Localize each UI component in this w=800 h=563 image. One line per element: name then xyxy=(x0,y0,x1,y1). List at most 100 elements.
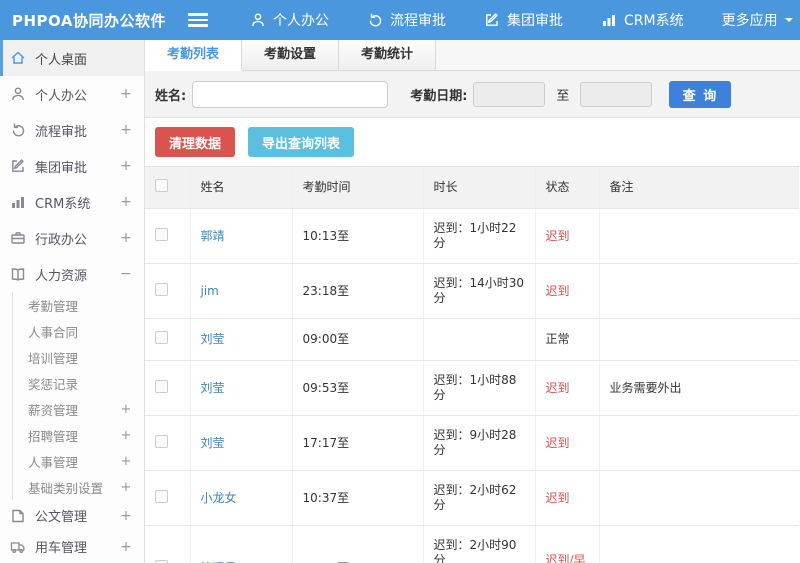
nav-label: CRM系统 xyxy=(624,13,684,29)
attendance-time-cell: 09:53至 xyxy=(292,360,424,416)
doc-icon xyxy=(10,508,26,524)
sidebar-subitem[interactable]: 奖惩记录 xyxy=(13,370,144,396)
note-cell xyxy=(599,208,799,264)
export-list-button[interactable]: 导出查询列表 xyxy=(248,127,355,157)
duration-line1: 迟到：2小时90分 xyxy=(433,538,517,563)
briefcase-icon xyxy=(10,230,26,246)
sidebar-subitem-label: 奖惩记录 xyxy=(28,376,79,392)
sidebar-item-label: 集团审批 xyxy=(35,160,88,176)
employee-name-link[interactable]: 小龙女 xyxy=(201,491,237,505)
sidebar-item-label: 公文管理 xyxy=(35,510,88,525)
nav-more-apps[interactable]: 更多应用 xyxy=(722,10,793,30)
sidebar-item-vehicle-mgmt[interactable]: 用车管理 + xyxy=(0,531,144,562)
user-icon xyxy=(250,12,266,28)
flow-icon xyxy=(10,122,26,138)
expand-icon[interactable]: + xyxy=(120,402,132,417)
duration-line1: 迟到：1小时88分 xyxy=(433,373,517,402)
sidebar-subitem[interactable]: 基础类别设置 + xyxy=(13,474,144,500)
chart-icon xyxy=(10,194,26,210)
date-from-input[interactable] xyxy=(473,81,546,107)
sidebar-subitem[interactable]: 薪资管理 + xyxy=(13,396,144,422)
row-checkbox[interactable] xyxy=(155,282,168,296)
duration-cell: 迟到：9小时28分 xyxy=(423,415,536,471)
row-checkbox[interactable] xyxy=(155,331,168,344)
attendance-time-cell: 09:00至 xyxy=(292,318,424,361)
expand-icon[interactable]: + xyxy=(120,122,132,138)
sidebar-subitem[interactable]: 人事管理 + xyxy=(13,448,144,474)
expand-icon[interactable]: + xyxy=(120,86,132,102)
name-filter-input[interactable] xyxy=(192,80,389,108)
main-content: 考勤列表 考勤设置 考勤统计 姓名: 考勤日期: 至 查 询 清理数据 导出查询… xyxy=(145,40,800,563)
sidebar-item-label: 个人桌面 xyxy=(35,52,88,68)
home-icon xyxy=(10,50,26,66)
sidebar-item-crm[interactable]: CRM系统 + xyxy=(0,184,144,220)
note-cell xyxy=(599,415,799,471)
employee-name-link[interactable]: 刘莹 xyxy=(201,381,225,395)
note-cell: 1111 xyxy=(599,525,799,563)
sidebar-subitem-label: 考勤管理 xyxy=(28,298,79,314)
row-checkbox[interactable] xyxy=(155,379,168,393)
clean-data-button[interactable]: 清理数据 xyxy=(155,127,236,157)
expand-icon[interactable]: + xyxy=(120,454,132,469)
row-checkbox[interactable] xyxy=(155,227,168,241)
select-all-checkbox[interactable] xyxy=(155,179,168,192)
employee-name-link[interactable]: 刘莹 xyxy=(201,436,225,450)
table-row: 刘莹 09:53至 迟到：1小时88分 迟到 业务需要外出 xyxy=(145,360,799,416)
expand-icon[interactable]: − xyxy=(120,266,132,282)
employee-name-link[interactable]: jim xyxy=(201,284,219,298)
sidebar-item-document-mgmt[interactable]: 公文管理 + xyxy=(0,500,144,531)
status-text: 迟到 xyxy=(545,228,570,243)
date-filter-label: 考勤日期: xyxy=(410,88,468,104)
nav-group-approval[interactable]: 集团审批 xyxy=(484,10,563,30)
expand-icon[interactable]: + xyxy=(120,158,132,174)
hamburger-menu-icon[interactable] xyxy=(188,10,208,30)
action-buttons: 清理数据 导出查询列表 xyxy=(145,118,800,166)
expand-icon[interactable]: + xyxy=(120,508,132,524)
sidebar-item-label: 个人办公 xyxy=(35,88,88,104)
sidebar-item-group-approval[interactable]: 集团审批 + xyxy=(0,148,144,184)
nav-crm-system[interactable]: CRM系统 xyxy=(601,10,684,30)
top-nav: 个人办公 流程审批 集团审批 CRM系统 更多应用 xyxy=(250,10,793,30)
col-header-name: 姓名 xyxy=(190,166,293,209)
app-logo: PHPOA协同办公软件 xyxy=(12,11,166,30)
status-text: 迟到 xyxy=(545,283,570,298)
date-to-input[interactable] xyxy=(580,81,653,107)
top-header: PHPOA协同办公软件 个人办公 流程审批 集团审批 CRM系统 更多应用 xyxy=(0,0,800,40)
expand-icon[interactable]: + xyxy=(120,539,132,555)
note-cell xyxy=(599,318,799,361)
sidebar-item-admin-office[interactable]: 行政办公 + xyxy=(0,220,144,256)
sidebar-subitem[interactable]: 培训管理 xyxy=(13,344,144,370)
table-row: 小龙女 10:37至 迟到：2小时62分 迟到 xyxy=(145,470,799,526)
nav-flow-approval[interactable]: 流程审批 xyxy=(367,10,446,30)
sidebar-item-personal-office[interactable]: 个人办公 + xyxy=(0,76,144,112)
sidebar-subitem[interactable]: 人事合同 xyxy=(13,318,144,344)
sidebar-item-personal-desktop[interactable]: 个人桌面 xyxy=(0,40,144,76)
expand-icon[interactable]: + xyxy=(120,480,132,495)
employee-name-link[interactable]: 郭靖 xyxy=(201,229,225,243)
note-cell xyxy=(599,263,799,319)
status-cell: 迟到 xyxy=(535,263,600,319)
nav-label: 流程审批 xyxy=(390,13,446,29)
table-row: 管理员 10:54至10:54 迟到：2小时90分 早退：7小时10分 迟到/早… xyxy=(145,525,799,563)
nav-personal-office[interactable]: 个人办公 xyxy=(250,10,329,30)
row-checkbox[interactable] xyxy=(155,559,168,563)
row-checkbox[interactable] xyxy=(155,489,168,503)
sidebar-subitem[interactable]: 招聘管理 + xyxy=(13,422,144,448)
sidebar-item-flow-approval[interactable]: 流程审批 + xyxy=(0,112,144,148)
sidebar: 个人桌面 个人办公 + 流程审批 + 集团审批 + CRM系统 + 行政办公 + xyxy=(0,40,145,563)
user-icon xyxy=(10,86,26,102)
row-checkbox[interactable] xyxy=(155,434,168,448)
tab-attendance-list[interactable]: 考勤列表 xyxy=(145,40,243,71)
duration-cell: 迟到：1小时88分 xyxy=(423,360,536,416)
tab-attendance-settings[interactable]: 考勤设置 xyxy=(242,40,340,70)
nav-label: 个人办公 xyxy=(273,13,329,29)
expand-icon[interactable]: + xyxy=(120,230,132,246)
sidebar-item-hr[interactable]: 人力资源 − xyxy=(0,256,144,292)
search-button[interactable]: 查 询 xyxy=(669,80,732,108)
expand-icon[interactable]: + xyxy=(120,428,132,443)
employee-name-link[interactable]: 刘莹 xyxy=(201,332,225,346)
sidebar-subitem[interactable]: 考勤管理 xyxy=(13,292,144,318)
tab-attendance-stats[interactable]: 考勤统计 xyxy=(339,40,437,70)
expand-icon[interactable]: + xyxy=(120,194,132,210)
attendance-time-cell: 10:37至 xyxy=(292,470,424,526)
